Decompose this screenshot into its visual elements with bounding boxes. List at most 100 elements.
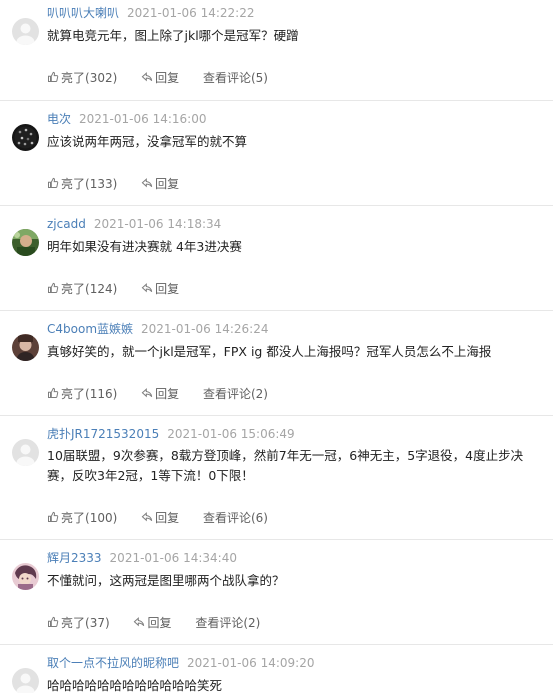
comment-text: 哈哈哈哈哈哈哈哈哈哈哈哈笑死 <box>47 678 223 693</box>
reply-label: 回复 <box>155 386 180 401</box>
comment-text: 不懂就问，这两冠是图里哪两个战队拿的？ <box>47 573 285 588</box>
comment-item: 取个一点不拉风的昵称吧 2021-01-06 14:09:20 ๋ 哈哈哈哈哈哈哈… <box>0 645 553 693</box>
truncated-right-label: ๋ <box>547 551 553 565</box>
comment-item: 辉月2333 2021-01-06 14:34:40 ๋ 不懂就问，这两冠是图里哪… <box>0 540 553 645</box>
truncated-right-label: ๋ <box>547 217 553 231</box>
reply-arrow-icon <box>141 71 153 83</box>
reply-label: 回复 <box>155 176 180 191</box>
author-name[interactable]: zjcadd <box>47 217 86 231</box>
like-label: 亮了 <box>61 615 86 630</box>
avatar[interactable] <box>12 439 39 466</box>
like-count: (124) <box>85 281 118 296</box>
comment-meta: 叭叭叭大喇叭 2021-01-06 14:22:22 <box>47 5 254 21</box>
avatar[interactable] <box>12 229 39 256</box>
like-count: (37) <box>85 615 110 630</box>
view-comments-label: 查看评论 <box>195 615 244 630</box>
like-button[interactable]: 亮了(116) <box>47 386 117 402</box>
like-label: 亮了 <box>61 70 86 85</box>
reply-label: 回复 <box>155 281 180 296</box>
comment-item: 电次 2021-01-06 14:16:00 ๋ 应该说两年两冠，没拿冠军的就不算… <box>0 101 553 206</box>
reply-arrow-icon <box>141 387 153 399</box>
author-name[interactable]: 虎扑JR1721532015 <box>47 427 159 441</box>
thumbs-up-icon <box>47 177 59 189</box>
comment-actions: 亮了(124) 回复 <box>47 280 199 297</box>
view-comments-label: 查看评论 <box>202 386 251 401</box>
thumbs-up-icon <box>47 511 59 523</box>
truncated-right-label: ๋ <box>547 112 553 126</box>
avatar[interactable] <box>12 563 39 590</box>
avatar[interactable] <box>12 124 39 151</box>
reply-arrow-icon <box>133 616 145 628</box>
author-name[interactable]: 辉月2333 <box>47 551 102 565</box>
thumbs-up-icon <box>47 387 59 399</box>
comment-text: 真够好笑的，就一个jkl是冠军，FPX ig 都没人上海报吗？冠军人员怎么不上海… <box>47 344 492 359</box>
reply-button[interactable]: 回复 <box>141 70 179 86</box>
like-count: (116) <box>85 386 118 401</box>
view-comments-button[interactable]: 查看评论(2) <box>195 615 260 631</box>
comment-time: 2021-01-06 14:34:40 <box>109 551 237 565</box>
comment-actions: 亮了(37) 回复 查看评论(2) <box>47 614 280 631</box>
like-button[interactable]: 亮了(100) <box>47 510 117 526</box>
author-name[interactable]: 取个一点不拉风的昵称吧 <box>47 656 179 670</box>
view-comments-button[interactable]: 查看评论(2) <box>203 386 268 402</box>
comment-actions: 亮了(133) 回复 <box>47 175 199 192</box>
comment-item: 叭叭叭大喇叭 2021-01-06 14:22:22 ๋ 就算电竞元年，图上除了j… <box>0 0 553 101</box>
view-comments-count: (6) <box>250 510 268 525</box>
author-name[interactable]: 电次 <box>47 112 71 126</box>
thumbs-up-icon <box>47 616 59 628</box>
like-button[interactable]: 亮了(133) <box>47 176 117 192</box>
comment-time: 2021-01-06 15:06:49 <box>167 427 295 441</box>
avatar[interactable] <box>12 668 39 693</box>
like-button[interactable]: 亮了(302) <box>47 70 117 86</box>
reply-button[interactable]: 回复 <box>141 281 179 297</box>
author-name[interactable]: 叭叭叭大喇叭 <box>47 6 119 20</box>
truncated-right-label: ๋ <box>547 427 553 441</box>
comment-text: 10届联盟，9次参赛，8载方登顶峰，然前7年无一冠，6神无主，5字退役，4度止步… <box>47 448 524 483</box>
like-button[interactable]: 亮了(124) <box>47 281 117 297</box>
reply-button[interactable]: 回复 <box>141 386 179 402</box>
view-comments-label: 查看评论 <box>202 70 251 85</box>
like-label: 亮了 <box>61 386 86 401</box>
like-count: (302) <box>85 70 118 85</box>
like-label: 亮了 <box>61 176 86 191</box>
view-comments-count: (2) <box>250 386 268 401</box>
view-comments-label: 查看评论 <box>202 510 251 525</box>
view-comments-count: (2) <box>243 615 261 630</box>
comment-time: 2021-01-06 14:16:00 <box>79 112 207 126</box>
reply-button[interactable]: 回复 <box>141 176 179 192</box>
comment-list: 叭叭叭大喇叭 2021-01-06 14:22:22 ๋ 就算电竞元年，图上除了j… <box>0 0 553 693</box>
comment-text: 应该说两年两冠，没拿冠军的就不算 <box>47 134 248 149</box>
comment-meta: C4boom蓝嫉嫉 2021-01-06 14:26:24 <box>47 321 268 337</box>
avatar[interactable] <box>12 18 39 45</box>
avatar[interactable] <box>12 334 39 361</box>
reply-button[interactable]: 回复 <box>141 510 179 526</box>
reply-arrow-icon <box>141 282 153 294</box>
like-count: (133) <box>85 176 118 191</box>
reply-button[interactable]: 回复 <box>133 615 172 631</box>
comment-item: 虎扑JR1721532015 2021-01-06 15:06:49 ๋ 10届联… <box>0 416 553 540</box>
comment-actions: 亮了(116) 回复 查看评论(2) <box>47 385 288 402</box>
comment-time: 2021-01-06 14:18:34 <box>93 217 222 231</box>
view-comments-button[interactable]: 查看评论(5) <box>203 70 268 86</box>
comment-meta: 取个一点不拉风的昵称吧 2021-01-06 14:09:20 <box>47 655 314 671</box>
thumbs-up-icon <box>47 282 59 294</box>
comment-text: 明年如果没有进决赛就 4年3进决赛 <box>47 239 242 254</box>
comment-time: 2021-01-06 14:09:20 <box>187 656 315 670</box>
like-count: (100) <box>85 510 118 525</box>
comment-actions: 亮了(302) 回复 查看评论(5) <box>47 69 288 86</box>
comment-meta: 辉月2333 2021-01-06 14:34:40 <box>47 550 237 566</box>
like-label: 亮了 <box>61 281 86 296</box>
reply-label: 回复 <box>147 615 172 630</box>
reply-arrow-icon <box>141 177 153 189</box>
view-comments-button[interactable]: 查看评论(6) <box>203 510 268 526</box>
comment-text: 就算电竞元年，图上除了jkl哪个是冠军？硬蹭 <box>47 28 299 43</box>
like-button[interactable]: 亮了(37) <box>47 615 110 631</box>
truncated-right-label: ๋ <box>547 322 553 336</box>
comment-item: zjcadd 2021-01-06 14:18:34 ๋ 明年如果没有进决赛就 4… <box>0 206 553 311</box>
author-name[interactable]: C4boom蓝嫉嫉 <box>47 322 133 336</box>
comment-item: C4boom蓝嫉嫉 2021-01-06 14:26:24 ๋ 真够好笑的，就一个… <box>0 311 553 416</box>
reply-label: 回复 <box>155 70 180 85</box>
comment-time: 2021-01-06 14:26:24 <box>141 322 269 336</box>
reply-arrow-icon <box>141 511 153 523</box>
like-label: 亮了 <box>61 510 86 525</box>
